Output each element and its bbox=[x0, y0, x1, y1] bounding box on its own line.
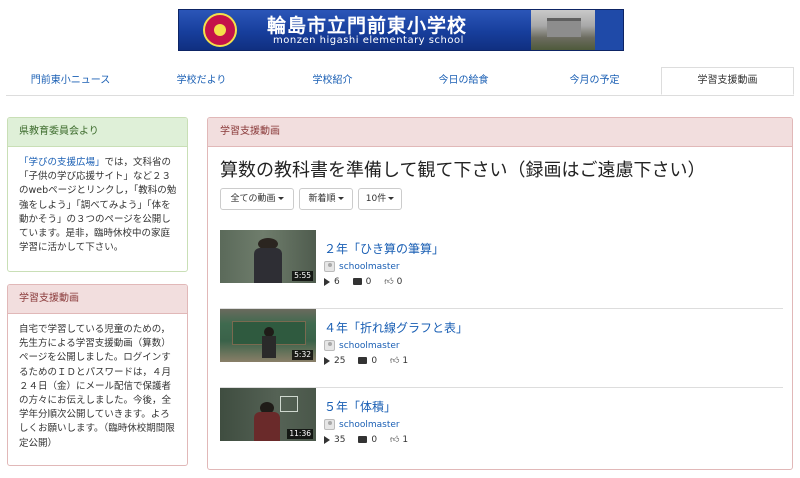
comment-icon bbox=[358, 357, 368, 364]
video-author[interactable]: schoolmaster bbox=[324, 261, 400, 272]
view-count-value: 35 bbox=[334, 435, 346, 445]
learning-video-info-panel: 学習支援動画 自宅で学習している児童のための，先生方による学習支援動画（算数）ペ… bbox=[7, 284, 188, 466]
video-stats: 35 0 👍︎ 1 bbox=[324, 435, 418, 445]
play-icon bbox=[324, 435, 330, 444]
video-list-panel: 学習支援動画 算数の教科書を準備して観て下さい（録画はご遠慮下さい） 全ての動画… bbox=[207, 117, 793, 470]
video-title-link[interactable]: ２年「ひき算の筆算」 bbox=[324, 240, 444, 257]
view-count: 35 bbox=[324, 435, 345, 445]
video-item: 5:32 ４年「折れ線グラフと表」 schoolmaster 25 0 👍︎ 1 bbox=[220, 309, 783, 388]
like-count[interactable]: 👍︎ 1 bbox=[390, 356, 408, 366]
person-figure bbox=[254, 248, 282, 283]
person-figure bbox=[262, 336, 276, 358]
tab-school-newsletter[interactable]: 学校だより bbox=[137, 67, 266, 94]
author-name: schoolmaster bbox=[339, 341, 400, 351]
avatar-icon bbox=[324, 419, 335, 430]
sort-label: 新着順 bbox=[308, 194, 336, 204]
chevron-down-icon bbox=[277, 197, 284, 200]
panel-body-text: では，文科省の「子供の学び応援サイト」など２３のwebページとリンクし，「教科の… bbox=[19, 157, 177, 254]
school-emblem-icon bbox=[203, 13, 237, 47]
author-name: schoolmaster bbox=[339, 420, 400, 430]
person-figure bbox=[254, 412, 280, 441]
view-count-value: 25 bbox=[334, 356, 346, 366]
tab-monthly-schedule[interactable]: 今月の予定 bbox=[530, 67, 659, 94]
video-item: 5:55 ２年「ひき算の筆算」 schoolmaster 6 0 👍︎ 0 bbox=[220, 230, 783, 309]
play-icon bbox=[324, 277, 330, 286]
video-thumbnail[interactable]: 5:32 bbox=[220, 309, 316, 362]
video-author[interactable]: schoolmaster bbox=[324, 419, 400, 430]
video-duration: 11:36 bbox=[287, 429, 313, 439]
thumbs-up-icon: 👍︎ bbox=[389, 435, 400, 445]
category-dropdown[interactable]: 全ての動画 bbox=[220, 188, 294, 210]
panel-heading: 学習支援動画 bbox=[208, 118, 792, 147]
view-count-value: 6 bbox=[334, 277, 340, 287]
like-count-value: 0 bbox=[396, 277, 403, 287]
banner-edge bbox=[595, 10, 623, 50]
school-building-photo bbox=[531, 10, 595, 50]
comment-count: 0 bbox=[358, 435, 377, 445]
tab-news[interactable]: 門前東小ニュース bbox=[6, 67, 135, 94]
cube-drawing-figure bbox=[280, 396, 298, 412]
avatar-icon bbox=[324, 340, 335, 351]
thumbs-up-icon: 👍︎ bbox=[389, 356, 400, 366]
chevron-down-icon bbox=[388, 197, 395, 200]
panel-heading: 県教育委員会より bbox=[8, 118, 187, 147]
video-stats: 6 0 👍︎ 0 bbox=[324, 277, 412, 287]
author-name: schoolmaster bbox=[339, 262, 400, 272]
video-thumbnail[interactable]: 5:55 bbox=[220, 230, 316, 283]
comment-icon bbox=[352, 278, 362, 285]
video-thumbnail[interactable]: 11:36 bbox=[220, 388, 316, 441]
video-author[interactable]: schoolmaster bbox=[324, 340, 400, 351]
like-count-value: 1 bbox=[402, 435, 409, 445]
panel-body-text: 自宅で学習している児童のための，先生方による学習支援動画（算数）ページを公開しま… bbox=[19, 324, 175, 449]
chevron-down-icon bbox=[337, 197, 344, 200]
board-of-education-panel: 県教育委員会より 「学びの支援広場」では，文科省の「子供の学び応援サイト」など２… bbox=[7, 117, 188, 272]
main-nav-tabs: 門前東小ニュース 学校だより 学校紹介 今日の給食 今月の予定 学習支援動画 bbox=[6, 67, 794, 96]
count-label: 10件 bbox=[365, 194, 387, 204]
video-duration: 5:55 bbox=[292, 271, 313, 281]
manabi-support-link[interactable]: 「学びの支援広場」 bbox=[19, 157, 105, 168]
like-count[interactable]: 👍︎ 0 bbox=[384, 277, 402, 287]
like-count-value: 1 bbox=[402, 356, 409, 366]
panel-body: 「学びの支援広場」では，文科省の「子供の学び応援サイト」など２３のwebページと… bbox=[8, 147, 187, 255]
comment-count: 0 bbox=[358, 356, 377, 366]
avatar-icon bbox=[324, 261, 335, 272]
tab-learning-videos[interactable]: 学習支援動画 bbox=[661, 67, 794, 95]
video-item: 11:36 ５年「体積」 schoolmaster 35 0 👍︎ 1 bbox=[220, 388, 783, 466]
video-duration: 5:32 bbox=[292, 350, 313, 360]
thumbs-up-icon: 👍︎ bbox=[384, 277, 394, 287]
site-banner[interactable]: 輪島市立門前東小学校 monzen higashi elementary sch… bbox=[178, 9, 624, 51]
play-icon bbox=[324, 356, 330, 365]
page-title: 算数の教科書を準備して観て下さい（録画はご遠慮下さい） bbox=[220, 160, 706, 181]
like-count[interactable]: 👍︎ 1 bbox=[390, 435, 408, 445]
comment-count-value: 0 bbox=[371, 435, 378, 445]
comment-count: 0 bbox=[352, 277, 372, 287]
comment-icon bbox=[358, 436, 368, 443]
tab-today-lunch[interactable]: 今日の給食 bbox=[399, 67, 528, 94]
view-count: 25 bbox=[324, 356, 345, 366]
video-stats: 25 0 👍︎ 1 bbox=[324, 356, 418, 366]
comment-count-value: 0 bbox=[365, 277, 372, 287]
banner-title: 輪島市立門前東小学校 bbox=[267, 15, 468, 37]
count-dropdown[interactable]: 10件 bbox=[358, 188, 402, 210]
tab-school-intro[interactable]: 学校紹介 bbox=[268, 67, 397, 94]
category-label: 全ての動画 bbox=[230, 194, 276, 204]
panel-heading: 学習支援動画 bbox=[8, 285, 187, 314]
video-title-link[interactable]: ５年「体積」 bbox=[324, 398, 396, 415]
sort-dropdown[interactable]: 新着順 bbox=[299, 188, 353, 210]
banner-subtitle: monzen higashi elementary school bbox=[273, 35, 464, 46]
video-title-link[interactable]: ４年「折れ線グラフと表」 bbox=[324, 319, 468, 336]
view-count: 6 bbox=[324, 277, 340, 287]
comment-count-value: 0 bbox=[371, 356, 378, 366]
